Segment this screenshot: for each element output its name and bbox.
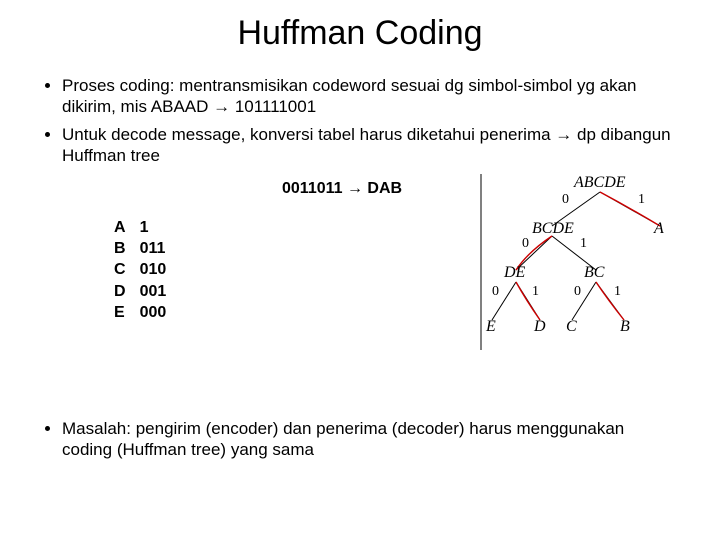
tree-node-root: ABCDE [574, 174, 626, 192]
tree-bit: 0 [562, 192, 569, 208]
huffman-tree: ABCDE BCDE A DE BC E D C B 0 1 0 1 0 1 0… [480, 174, 700, 374]
tree-bit: 1 [614, 284, 621, 300]
tree-node-e: E [486, 318, 496, 336]
code-sym: C [108, 260, 132, 279]
tree-bit: 1 [580, 236, 587, 252]
bullet-item: Proses coding: mentransmisikan codeword … [62, 75, 676, 118]
bullets-top: Proses coding: mentransmisikan codeword … [0, 75, 720, 166]
tree-bit: 0 [522, 236, 529, 252]
table-row: B 011 [108, 239, 172, 258]
code-sym: A [108, 218, 132, 237]
tree-node-de: DE [504, 264, 525, 282]
code-val: 010 [134, 260, 173, 279]
bullet-item: Masalah: pengirim (encoder) dan penerima… [62, 418, 676, 461]
table-row: A 1 [108, 218, 172, 237]
code-val: 1 [134, 218, 173, 237]
tree-node-c: C [566, 318, 577, 336]
code-sym: D [108, 282, 132, 301]
bullets-bottom: Masalah: pengirim (encoder) dan penerima… [0, 394, 720, 461]
tree-bit: 1 [638, 192, 645, 208]
mid-section: 0011011 → DAB A 1 B 011 C 010 D 001 E 00… [0, 180, 720, 394]
code-val: 000 [134, 303, 173, 322]
tree-node-a: A [654, 220, 664, 238]
table-row: E 000 [108, 303, 172, 322]
code-sym: E [108, 303, 132, 322]
tree-bit: 0 [574, 284, 581, 300]
tree-node-b: B [620, 318, 630, 336]
tree-node-bcde: BCDE [532, 220, 574, 238]
code-val: 001 [134, 282, 173, 301]
code-table: A 1 B 011 C 010 D 001 E 000 [106, 216, 174, 324]
table-row: C 010 [108, 260, 172, 279]
tree-bit: 0 [492, 284, 499, 300]
tree-bit: 1 [532, 284, 539, 300]
page-title: Huffman Coding [0, 0, 720, 75]
code-sym: B [108, 239, 132, 258]
tree-node-bc: BC [584, 264, 604, 282]
code-val: 011 [134, 239, 173, 258]
tree-node-d: D [534, 318, 546, 336]
bullet-item: Untuk decode message, konversi tabel har… [62, 124, 676, 167]
table-row: D 001 [108, 282, 172, 301]
decode-example: 0011011 → DAB [282, 180, 402, 198]
